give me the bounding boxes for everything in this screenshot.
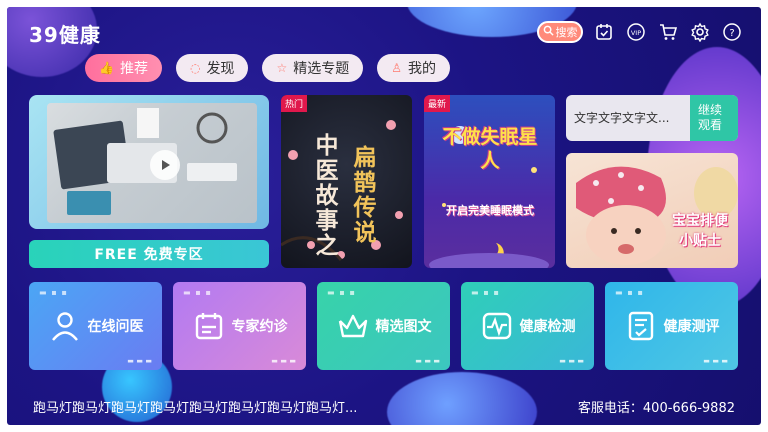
tab-recommend[interactable]: 👍 推荐 (85, 54, 162, 82)
tile-label: 在线问医 (87, 319, 144, 335)
poster-title-a: 中医故事之 (311, 133, 337, 258)
tile-featured-articles[interactable]: ▬ ▪ ▪ 精选图文 ▬ ▬ ▬ (317, 282, 450, 370)
tv-home-screen: 39健康 搜索 VIP ? 👍 推荐 ◌ 发现 ☆ 精选专题 ♙ 我的 FREE… (7, 7, 761, 425)
heartbeat-icon (482, 312, 511, 340)
top-toolbar: 搜索 VIP ? (537, 21, 743, 43)
star-icon: ☆ (276, 61, 288, 75)
tile-decor: ▬ ▬ ▬ (559, 357, 584, 365)
poster-insomnia[interactable]: 最新 不做失眠星人 开启完美睡眠模式 (424, 95, 555, 268)
poster-title-b: 扁鹊传说 (349, 145, 375, 245)
tab-discover[interactable]: ◌ 发现 (175, 54, 249, 82)
search-icon (543, 25, 554, 39)
tab-label: 精选专题 (293, 61, 350, 77)
tile-decor: ▬ ▪ ▪ (471, 288, 500, 297)
tab-label: 我的 (407, 61, 436, 77)
tile-decor: ▬ ▬ ▬ (415, 357, 440, 365)
tab-mine[interactable]: ♙ 我的 (377, 54, 450, 82)
video-thumbnail (47, 103, 257, 223)
tab-label: 推荐 (119, 61, 148, 77)
poster-title: 不做失眠星人 (442, 126, 538, 172)
tile-decor: ▬ ▬ ▬ (703, 357, 728, 365)
tile-label: 专家约诊 (231, 319, 288, 335)
poster-bianque-legend[interactable]: 热门 中医故事之 扁鹊传说 (281, 95, 412, 268)
continue-watching-button[interactable]: 继续观看 (690, 95, 738, 141)
tab-featured-topics[interactable]: ☆ 精选专题 (262, 54, 364, 82)
crown-icon (338, 314, 367, 338)
play-button[interactable] (150, 150, 180, 180)
featured-video-card[interactable] (29, 95, 269, 229)
search-button[interactable]: 搜索 (537, 21, 583, 43)
search-label: 搜索 (555, 26, 578, 39)
baby-tips-card[interactable]: 宝宝排便 小贴士 (566, 153, 738, 268)
poster-subtitle: 开启完美睡眠模式 (446, 204, 534, 217)
svg-text:?: ? (729, 28, 734, 39)
tab-label: 发现 (206, 61, 235, 77)
tile-expert-appointment[interactable]: ▬ ▪ ▪ 专家约诊 ▬ ▬ ▬ (173, 282, 306, 370)
free-zone-button[interactable]: FREE 免费专区 (29, 240, 269, 268)
tile-decor: ▬ ▬ ▬ (271, 357, 296, 365)
baby-tips-caption: 宝宝排便 小贴士 (672, 211, 728, 251)
tile-decor: ▬ ▬ ▬ (127, 357, 152, 365)
thumbs-up-icon: 👍 (99, 61, 114, 75)
night-sky-decoration (429, 126, 549, 268)
user-icon: ♙ (391, 61, 402, 75)
tile-label: 健康测评 (663, 319, 720, 335)
decor-blob (387, 372, 537, 425)
caption-line2: 小贴士 (679, 233, 721, 249)
appointment-icon (195, 313, 222, 340)
tile-label: 健康检测 (519, 319, 576, 335)
plum-blossom-decoration (281, 120, 403, 261)
calendar-check-icon[interactable] (593, 21, 615, 43)
tile-decor: ▬ ▪ ▪ (327, 288, 356, 297)
vip-icon[interactable]: VIP (625, 21, 647, 43)
tile-decor: ▬ ▪ ▪ (183, 288, 212, 297)
tile-health-assessment[interactable]: ▬ ▪ ▪ 健康测评 ▬ ▬ ▬ (605, 282, 738, 370)
marquee-text: 跑马灯跑马灯跑马灯跑马灯跑马灯跑马灯跑马灯跑马灯... (33, 401, 358, 416)
tile-decor: ▬ ▪ ▪ (39, 288, 68, 297)
assessment-icon (628, 311, 653, 341)
svg-text:VIP: VIP (631, 29, 641, 37)
continue-watching-card[interactable]: 文字文字文字文... 继续观看 (566, 95, 738, 141)
app-logo: 39健康 (29, 23, 101, 47)
card-text: 文字文字文字文... (574, 111, 670, 125)
caption-line1: 宝宝排便 (672, 213, 728, 229)
chat-bubble-icon: ◌ (189, 61, 201, 75)
tile-online-consult[interactable]: ▬ ▪ ▪ 在线问医 ▬ ▬ ▬ (29, 282, 162, 370)
play-icon (162, 160, 170, 170)
service-hotline: 客服电话：400-666-9882 (577, 401, 735, 416)
tile-health-check[interactable]: ▬ ▪ ▪ 健康检测 ▬ ▬ ▬ (461, 282, 594, 370)
tile-label: 精选图文 (375, 319, 432, 335)
doctor-icon (51, 312, 78, 341)
tile-decor: ▬ ▪ ▪ (615, 288, 644, 297)
help-icon[interactable]: ? (721, 21, 743, 43)
category-tabs: 👍 推荐 ◌ 发现 ☆ 精选专题 ♙ 我的 (85, 54, 450, 82)
settings-icon[interactable] (689, 21, 711, 43)
cart-icon[interactable] (657, 21, 679, 43)
